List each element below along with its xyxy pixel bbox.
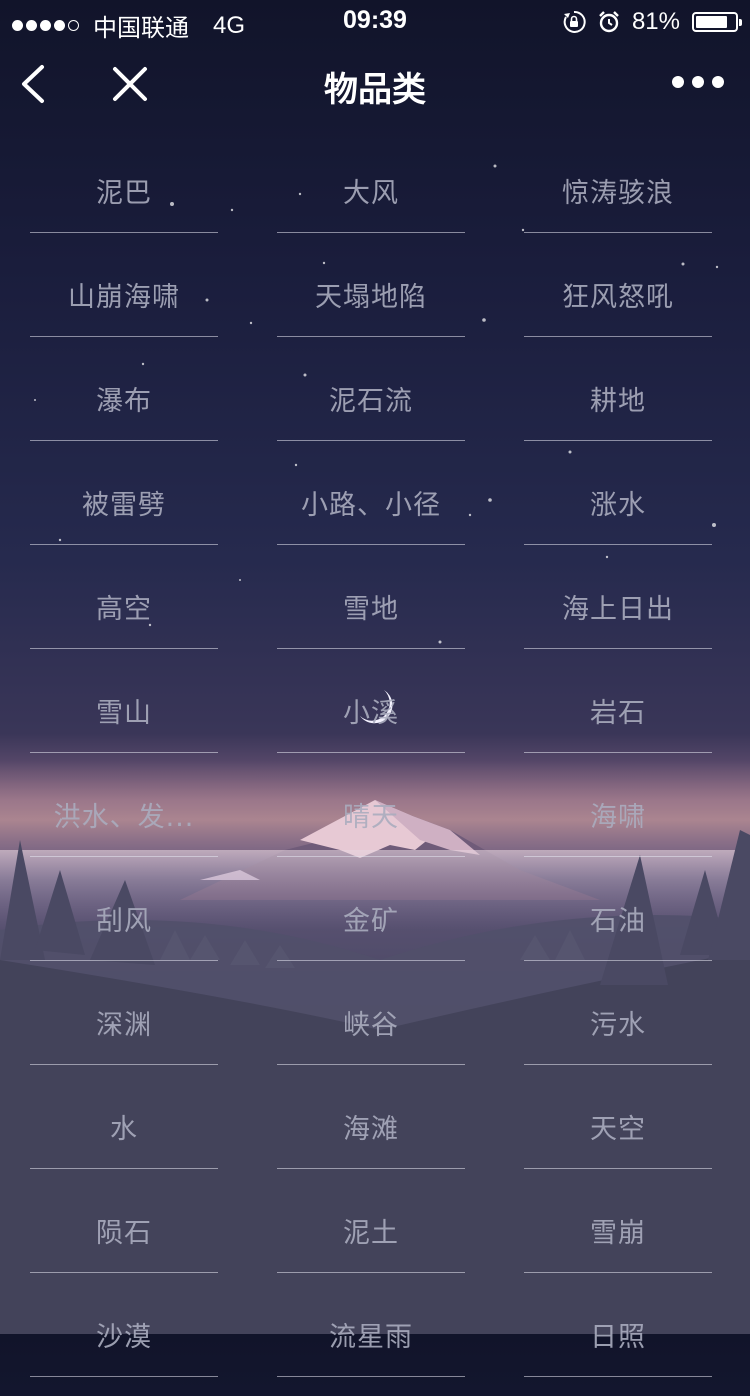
item-option[interactable]: 泥巴 [30, 148, 218, 233]
status-right: 81% [562, 8, 742, 36]
item-option[interactable]: 瀑布 [30, 356, 218, 441]
item-option[interactable]: 被雷劈 [30, 460, 218, 545]
item-option[interactable]: 雪地 [277, 564, 465, 649]
item-grid: 泥巴 大风 惊涛骇浪 山崩海啸 天塌地陷 狂风怒吼 瀑布 泥石流 耕地 被雷劈 小路、小径 涨水 高空雪… [30, 148, 720, 1396]
item-option[interactable]: 沙漠 [30, 1292, 218, 1377]
item-option[interactable]: 水 [30, 1084, 218, 1169]
item-option[interactable]: 晴天 [277, 772, 465, 857]
item-option[interactable]: 大风 [277, 148, 465, 233]
item-option[interactable]: 洪水、发... [30, 772, 218, 857]
item-option[interactable]: 小路、小径 [277, 460, 465, 545]
item-option[interactable]: 海啸 [524, 772, 712, 857]
item-option[interactable]: 狂风怒吼 [524, 252, 712, 337]
item-option[interactable]: 峡谷 [277, 980, 465, 1065]
item-option[interactable]: 泥石流 [277, 356, 465, 441]
item-option[interactable]: 日照 [524, 1292, 712, 1377]
battery-icon [692, 12, 742, 32]
more-button[interactable] [672, 76, 724, 88]
item-option[interactable]: 涨水 [524, 460, 712, 545]
item-option[interactable]: 天塌地陷 [277, 252, 465, 337]
item-option[interactable]: 陨石 [30, 1188, 218, 1273]
item-option[interactable]: 小溪 [277, 668, 465, 753]
alarm-icon [599, 11, 619, 33]
item-option[interactable]: 石油 [524, 876, 712, 961]
item-option[interactable]: 深渊 [30, 980, 218, 1065]
rotation-lock-icon [563, 10, 586, 33]
page-title: 物品类 [324, 70, 426, 110]
item-option[interactable]: 岩石 [524, 668, 712, 753]
item-option[interactable]: 刮风 [30, 876, 218, 961]
item-option[interactable]: 海滩 [277, 1084, 465, 1169]
status-bar: 中国联通 4G 09:39 81% [0, 0, 750, 42]
item-option[interactable]: 雪山 [30, 668, 218, 753]
more-icon [672, 76, 684, 88]
nav-bar: 物品类 [0, 44, 750, 124]
item-option[interactable]: 流星雨 [277, 1292, 465, 1377]
item-option[interactable]: 惊涛骇浪 [524, 148, 712, 233]
item-option[interactable]: 海上日出 [524, 564, 712, 649]
item-option[interactable]: 雪崩 [524, 1188, 712, 1273]
item-option[interactable]: 高空 [30, 564, 218, 649]
item-option[interactable]: 耕地 [524, 356, 712, 441]
item-option[interactable]: 污水 [524, 980, 712, 1065]
item-option[interactable]: 天空 [524, 1084, 712, 1169]
item-option[interactable]: 金矿 [277, 876, 465, 961]
item-option[interactable]: 泥土 [277, 1188, 465, 1273]
battery-percent: 81% [631, 8, 680, 35]
item-option[interactable]: 山崩海啸 [30, 252, 218, 337]
